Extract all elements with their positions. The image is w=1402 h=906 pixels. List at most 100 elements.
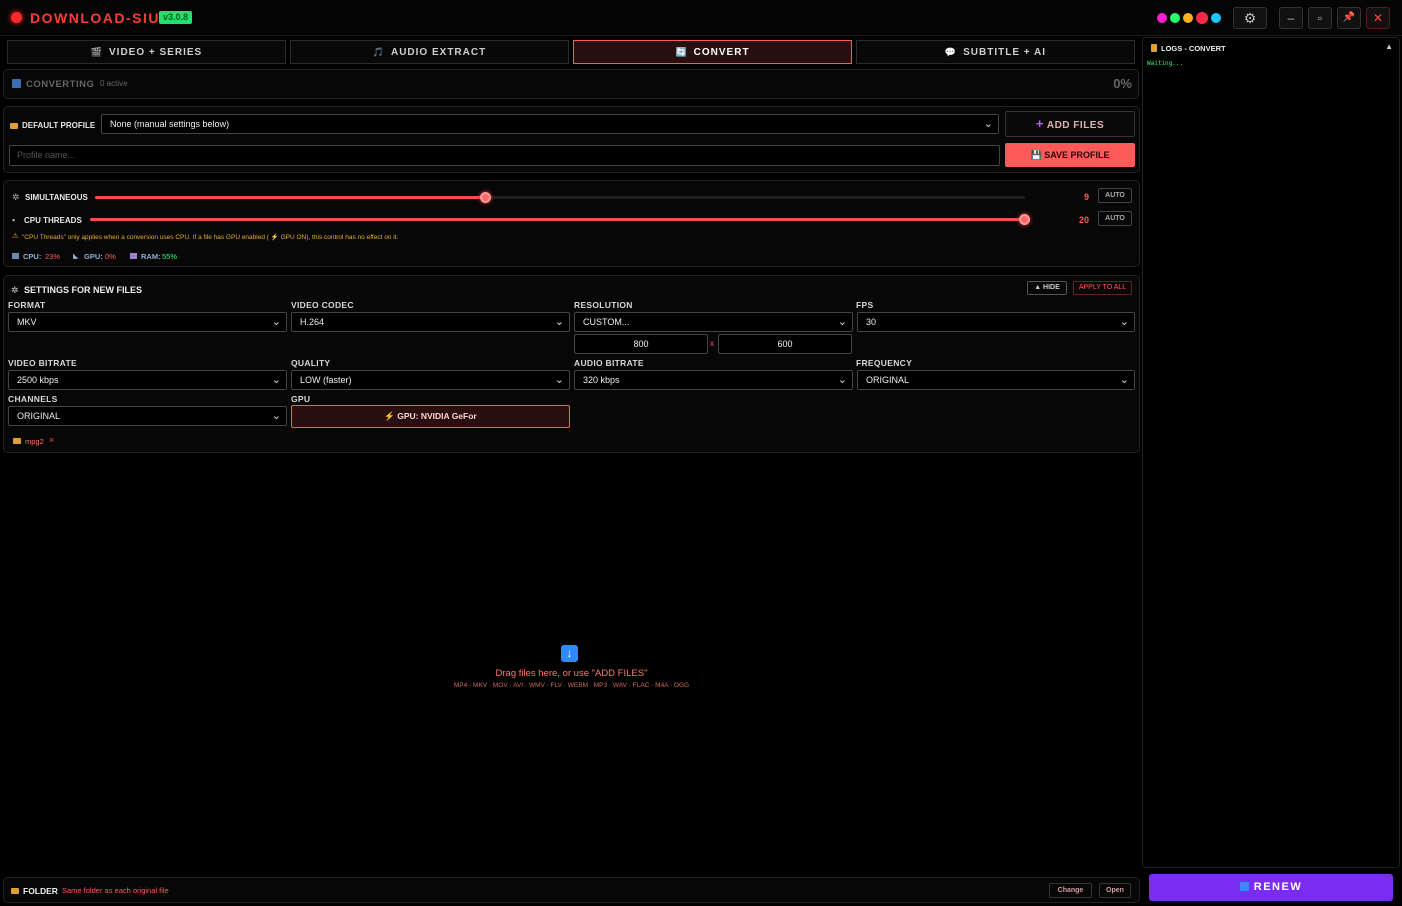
hide-settings-button[interactable]: ▲ HIDE — [1027, 281, 1067, 295]
height-input[interactable]: 600 — [718, 334, 852, 354]
simultaneous-label: SIMULTANEOUS — [25, 193, 88, 202]
cpu-threads-value: 20 — [1079, 215, 1090, 225]
theme-dot-red[interactable] — [1196, 12, 1208, 24]
theme-dot-cyan[interactable] — [1211, 13, 1221, 23]
open-folder-button[interactable]: Open — [1099, 883, 1131, 898]
lightning-icon: ⚡ — [384, 411, 395, 421]
video-bitrate-select[interactable]: 2500 kbps ⌄ — [8, 370, 287, 390]
quality-select[interactable]: LOW (faster) ⌄ — [291, 370, 570, 390]
settings-button[interactable]: ⚙ — [1233, 7, 1267, 29]
theme-dot-green[interactable] — [1170, 13, 1180, 23]
tab-subtitle-ai[interactable]: 💬 SUBTITLE + AI — [856, 40, 1135, 64]
height-value: 600 — [777, 339, 793, 349]
gpu-usage-label: GPU: — [84, 252, 103, 261]
maximize-icon: ▫ — [1317, 11, 1323, 25]
performance-panel: ✲ SIMULTANEOUS 9 AUTO ▪ CPU THREADS 20 A… — [3, 180, 1140, 267]
theme-picker — [1157, 12, 1221, 24]
format-label: FORMAT — [8, 300, 46, 310]
settings-title: SETTINGS FOR NEW FILES — [24, 285, 143, 295]
cpu-threads-thumb[interactable] — [1019, 214, 1030, 225]
save-profile-button[interactable]: 💾 SAVE PROFILE — [1005, 143, 1135, 167]
auto-label: AUTO — [1105, 192, 1125, 199]
logs-collapse-icon[interactable]: ▲ — [1385, 42, 1393, 51]
settings-panel: ✲ SETTINGS FOR NEW FILES ▲ HIDE APPLY TO… — [3, 275, 1140, 453]
tab-convert[interactable]: 🔄 CONVERT — [573, 40, 852, 64]
supported-formats: MP4 · MKV · MOV · AVI · WMV · FLV · WEBM… — [453, 682, 690, 689]
chevron-down-icon: ⌄ — [837, 316, 847, 328]
logs-title: LOGS - CONVERT — [1161, 44, 1226, 53]
folder-icon — [10, 123, 18, 129]
tab-video-series[interactable]: 🎬 VIDEO + SERIES — [7, 40, 286, 64]
film-icon: 🎬 — [90, 47, 103, 57]
maximize-button[interactable]: ▫ — [1308, 7, 1332, 29]
remove-tag-icon[interactable]: × — [49, 435, 54, 445]
hide-label: ▲ HIDE — [1034, 284, 1060, 291]
chevron-down-icon: ⌄ — [1119, 374, 1129, 386]
theme-dot-orange[interactable] — [1183, 13, 1193, 23]
status-bar: CONVERTING 0 active 0% — [3, 69, 1139, 99]
profile-name-input[interactable]: Profile name... — [9, 145, 1000, 166]
drop-zone[interactable]: ↓ Drag files here, or use "ADD FILES" MP… — [3, 460, 1140, 870]
cpu-threads-note: "CPU Threads" only applies when a conver… — [22, 234, 399, 241]
simultaneous-auto-button[interactable]: AUTO — [1098, 188, 1132, 203]
save-profile-label: SAVE PROFILE — [1044, 150, 1110, 160]
folder-icon — [11, 888, 19, 894]
output-folder-bar: FOLDER Same folder as each original file… — [3, 877, 1140, 903]
video-bitrate-label: VIDEO BITRATE — [8, 358, 77, 368]
version-badge: v3.0.8 — [159, 11, 193, 24]
quality-label: QUALITY — [291, 358, 331, 368]
format-value: MKV — [17, 317, 37, 327]
fps-value: 30 — [866, 317, 877, 327]
add-files-button[interactable]: + ADD FILES — [1005, 111, 1135, 137]
video-codec-select[interactable]: H.264 ⌄ — [291, 312, 570, 332]
video-bitrate-value: 2500 kbps — [17, 375, 59, 385]
convert-status-icon — [12, 79, 21, 88]
cpu-threads-slider[interactable] — [90, 214, 1030, 225]
frequency-select[interactable]: ORIGINAL ⌄ — [857, 370, 1135, 390]
chevron-down-icon: ⌄ — [271, 374, 281, 386]
change-label: Change — [1057, 887, 1084, 894]
profile-select[interactable]: None (manual settings below) ⌄ — [101, 114, 999, 134]
cpu-chip-icon: ▪ — [12, 215, 16, 225]
fps-label: FPS — [856, 300, 874, 310]
cpu-usage-label: CPU: — [23, 252, 42, 261]
chevron-down-icon: ⌄ — [271, 410, 281, 422]
profile-panel: DEFAULT PROFILE None (manual settings be… — [3, 106, 1140, 173]
close-icon: ✕ — [1372, 11, 1384, 25]
format-select[interactable]: MKV ⌄ — [8, 312, 287, 332]
gpu-toggle-button[interactable]: ⚡ GPU: NVIDIA GeFor — [291, 405, 570, 428]
simultaneous-slider[interactable] — [95, 192, 1025, 203]
folder-icon — [13, 438, 21, 444]
cpu-threads-auto-button[interactable]: AUTO — [1098, 211, 1132, 226]
gear-small-icon: ✲ — [12, 192, 20, 202]
theme-dot-magenta[interactable] — [1157, 13, 1167, 23]
auto-label: AUTO — [1105, 215, 1125, 222]
simultaneous-thumb[interactable] — [479, 192, 491, 203]
resolution-select[interactable]: CUSTOM... ⌄ — [574, 312, 853, 332]
ram-usage: 55% — [162, 252, 178, 261]
open-label: Open — [1106, 887, 1124, 894]
tab-bar: 🎬 VIDEO + SERIES 🎵 AUDIO EXTRACT 🔄 CONVERT … — [7, 40, 1135, 64]
apply-to-all-button[interactable]: APPLY TO ALL — [1073, 281, 1132, 295]
minimize-button[interactable]: – — [1279, 7, 1303, 29]
simultaneous-fill — [95, 196, 486, 199]
minimize-icon: – — [1287, 11, 1295, 25]
audio-bitrate-select[interactable]: 320 kbps ⌄ — [574, 370, 853, 390]
change-folder-button[interactable]: Change — [1049, 883, 1092, 898]
chevron-down-icon: ⌄ — [271, 316, 281, 328]
cpu-threads-fill — [90, 218, 1025, 221]
music-icon: 🎵 — [372, 47, 385, 57]
tab-audio-extract[interactable]: 🎵 AUDIO EXTRACT — [290, 40, 569, 64]
width-input[interactable]: 800 — [574, 334, 708, 354]
fps-select[interactable]: 30 ⌄ — [857, 312, 1135, 332]
pin-button[interactable]: 📌 — [1337, 7, 1361, 29]
close-button[interactable]: ✕ — [1366, 7, 1390, 29]
channels-select[interactable]: ORIGINAL ⌄ — [8, 406, 287, 426]
renew-button[interactable]: RENEW — [1149, 874, 1393, 901]
tab-label: VIDEO + SERIES — [109, 47, 203, 58]
chevron-down-icon: ⌄ — [837, 374, 847, 386]
audio-bitrate-label: AUDIO BITRATE — [574, 358, 644, 368]
renew-label: RENEW — [1253, 881, 1303, 893]
default-profile-label: DEFAULT PROFILE — [22, 121, 96, 130]
tab-label: CONVERT — [693, 47, 750, 58]
